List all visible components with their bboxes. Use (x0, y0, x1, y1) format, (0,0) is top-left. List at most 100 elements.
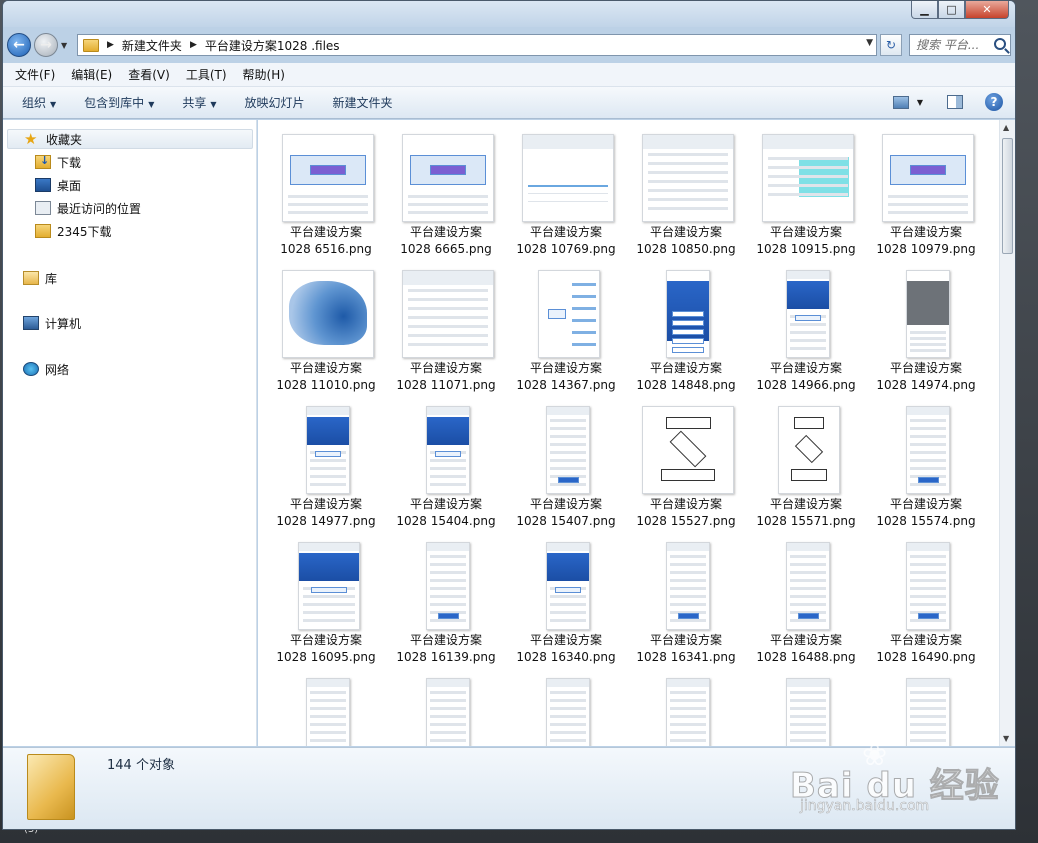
share-button[interactable]: 共享 ▼ (173, 94, 225, 111)
file-item[interactable]: 平台建设方案 (748, 672, 864, 746)
file-item[interactable]: 平台建设方案 1028 16139.png (388, 536, 504, 668)
nav-2345-label: 2345下载 (57, 224, 112, 239)
breadcrumb-new-folder[interactable]: 新建文件夹 (122, 37, 182, 54)
menu-tools[interactable]: 工具(T) (178, 66, 235, 83)
search-icon[interactable] (994, 38, 1006, 50)
file-thumbnail (426, 406, 470, 494)
organize-button[interactable]: 组织 ▼ (13, 94, 65, 111)
computer-icon (23, 316, 39, 330)
maximize-button[interactable]: □ (938, 1, 965, 19)
file-name-line2: 1028 16340.png (516, 650, 616, 664)
address-dropdown-icon[interactable]: ▼ (866, 38, 873, 48)
file-item[interactable]: 平台建设方案 1028 6516.png (268, 128, 384, 260)
file-item[interactable]: 平台建设方案 1028 11071.png (388, 264, 504, 396)
history-dropdown-icon[interactable]: ▼ (61, 41, 67, 50)
nav-favorites-label: 收藏夹 (46, 132, 83, 147)
file-item[interactable]: 平台建设方案 (388, 672, 504, 746)
help-icon[interactable]: ? (985, 93, 1003, 111)
file-item[interactable]: 平台建设方案 1028 14848.png (628, 264, 744, 396)
file-item[interactable]: 平台建设方案 (868, 672, 984, 746)
folder-icon (27, 754, 75, 820)
nav-2345-downloads[interactable]: 2345下载 (35, 221, 112, 241)
refresh-button[interactable]: ↻ (880, 34, 902, 56)
file-item[interactable]: 平台建设方案 1028 15571.png (748, 400, 864, 532)
file-thumbnail (282, 270, 374, 358)
file-thumbnail (402, 270, 494, 358)
file-item[interactable]: 平台建设方案 (508, 672, 624, 746)
nav-recent[interactable]: 最近访问的位置 (35, 198, 141, 218)
file-item[interactable]: 平台建设方案 1028 16340.png (508, 536, 624, 668)
file-item[interactable]: 平台建设方案 1028 15404.png (388, 400, 504, 532)
chevron-down-icon[interactable]: ▼ (917, 98, 923, 107)
chevron-down-icon: ▼ (50, 100, 57, 109)
file-name-line2: 1028 15571.png (756, 514, 856, 528)
file-name-line1: 平台建设方案 (529, 497, 602, 511)
nav-libraries[interactable]: 库 (23, 268, 57, 288)
file-item[interactable]: 平台建设方案 1028 6665.png (388, 128, 504, 260)
file-thumbnail (306, 678, 350, 746)
slideshow-button[interactable]: 放映幻灯片 (236, 94, 314, 111)
file-name-line1: 平台建设方案 (649, 497, 722, 511)
file-item[interactable]: 平台建设方案 1028 10850.png (628, 128, 744, 260)
nav-downloads[interactable]: 下载 (35, 152, 81, 172)
file-item[interactable]: 平台建设方案 1028 14367.png (508, 264, 624, 396)
file-item[interactable]: 平台建设方案 1028 14974.png (868, 264, 984, 396)
vertical-scrollbar[interactable]: ▲ ▼ (999, 120, 1015, 746)
file-item[interactable]: 平台建设方案 (628, 672, 744, 746)
change-view-icon[interactable] (892, 95, 909, 109)
file-name: 平台建设方案 1028 6516.png (268, 224, 384, 258)
address-bar[interactable]: ▶ 新建文件夹 ▶ 平台建设方案1028 .files ▼ (77, 34, 877, 56)
file-name-line2: 1028 16139.png (396, 650, 496, 664)
file-item[interactable]: 平台建设方案 1028 14966.png (748, 264, 864, 396)
forward-button[interactable]: → (34, 33, 58, 57)
search-box[interactable] (909, 34, 1011, 56)
file-name-line1: 平台建设方案 (289, 361, 362, 375)
file-item[interactable]: 平台建设方案 1028 16490.png (868, 536, 984, 668)
share-label: 共享 (182, 96, 207, 110)
menu-help[interactable]: 帮助(H) (235, 66, 293, 83)
menu-view[interactable]: 查看(V) (120, 66, 178, 83)
new-folder-button[interactable]: 新建文件夹 (324, 94, 402, 111)
file-thumbnail (666, 270, 710, 358)
title-bar[interactable]: ▁ □ ✕ (3, 1, 1015, 27)
nav-libraries-label: 库 (45, 271, 58, 286)
file-item[interactable]: 平台建设方案 1028 16341.png (628, 536, 744, 668)
file-item[interactable]: 平台建设方案 1028 10769.png (508, 128, 624, 260)
close-button[interactable]: ✕ (965, 1, 1009, 19)
scroll-up-icon[interactable]: ▲ (1003, 123, 1009, 132)
file-item[interactable]: 平台建设方案 1028 16095.png (268, 536, 384, 668)
file-item[interactable]: 平台建设方案 1028 10915.png (748, 128, 864, 260)
breadcrumb-current-folder[interactable]: 平台建设方案1028 .files (205, 37, 340, 54)
file-item[interactable]: 平台建设方案 1028 11010.png (268, 264, 384, 396)
file-name-line1: 平台建设方案 (649, 225, 722, 239)
preview-pane-icon[interactable] (947, 95, 963, 109)
file-item[interactable]: 平台建设方案 1028 16488.png (748, 536, 864, 668)
file-item[interactable]: 平台建设方案 1028 10979.png (868, 128, 984, 260)
include-library-button[interactable]: 包含到库中 ▼ (75, 94, 163, 111)
file-item[interactable]: 平台建设方案 1028 15407.png (508, 400, 624, 532)
file-thumbnail (666, 678, 710, 746)
nav-computer[interactable]: 计算机 (23, 313, 81, 333)
menu-edit[interactable]: 编辑(E) (63, 66, 120, 83)
file-name: 平台建设方案 1028 16139.png (388, 632, 504, 666)
file-item[interactable]: 平台建设方案 1028 15574.png (868, 400, 984, 532)
file-item[interactable]: 平台建设方案 (268, 672, 384, 746)
chevron-right-icon[interactable]: ▶ (107, 40, 114, 50)
file-thumbnail (786, 678, 830, 746)
search-input[interactable] (916, 38, 984, 52)
minimize-button[interactable]: ▁ (911, 1, 938, 19)
file-item[interactable]: 平台建设方案 1028 14977.png (268, 400, 384, 532)
file-thumbnail (546, 406, 590, 494)
file-name: 平台建设方案 1028 14367.png (508, 360, 624, 394)
nav-network[interactable]: 网络 (23, 359, 69, 379)
scrollbar-thumb[interactable] (1002, 138, 1013, 254)
file-thumbnail (306, 406, 350, 494)
desktop-icon (35, 178, 51, 192)
nav-favorites[interactable]: ★ 收藏夹 (7, 129, 253, 149)
nav-desktop[interactable]: 桌面 (35, 175, 81, 195)
file-item[interactable]: 平台建设方案 1028 15527.png (628, 400, 744, 532)
chevron-right-icon[interactable]: ▶ (190, 40, 197, 50)
back-button[interactable]: ← (7, 33, 31, 57)
menu-file[interactable]: 文件(F) (7, 66, 63, 83)
file-thumbnail (642, 134, 734, 222)
